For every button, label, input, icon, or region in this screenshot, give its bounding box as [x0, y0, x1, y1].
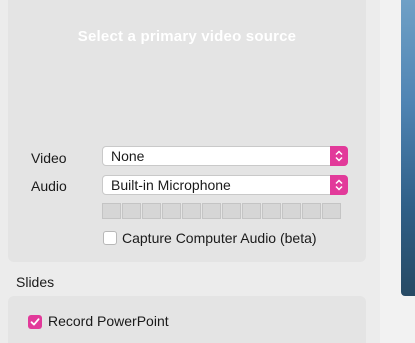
- audio-level-segment: [202, 203, 221, 219]
- audio-level-segment: [322, 203, 341, 219]
- capture-audio-checkbox[interactable]: [103, 231, 117, 245]
- audio-level-segment: [122, 203, 141, 219]
- slides-section-title: Slides: [16, 274, 55, 290]
- audio-level-segment: [262, 203, 281, 219]
- audio-level-segment: [242, 203, 261, 219]
- video-source-placeholder: Select a primary video source: [77, 28, 297, 45]
- audio-level-segment: [282, 203, 301, 219]
- video-label: Video: [31, 150, 67, 166]
- chevron-updown-icon: [330, 175, 348, 195]
- video-select-value: None: [111, 148, 145, 164]
- audio-label: Audio: [31, 178, 67, 194]
- audio-level-segment: [182, 203, 201, 219]
- chevron-updown-icon: [330, 146, 348, 166]
- record-powerpoint-label: Record PowerPoint: [48, 313, 169, 329]
- audio-level-segment: [222, 203, 241, 219]
- checkmark-icon: [30, 318, 40, 326]
- audio-select[interactable]: Built-in Microphone: [102, 175, 348, 195]
- audio-level-segment: [162, 203, 181, 219]
- audio-level-segment: [302, 203, 321, 219]
- audio-select-value: Built-in Microphone: [111, 177, 231, 193]
- preview-image: [401, 0, 415, 296]
- capture-audio-label: Capture Computer Audio (beta): [122, 230, 317, 246]
- audio-level-segment: [102, 203, 121, 219]
- audio-level-segment: [142, 203, 161, 219]
- record-powerpoint-checkbox[interactable]: [28, 315, 42, 329]
- video-source-panel: Select a primary video source: [8, 0, 366, 262]
- video-select[interactable]: None: [102, 146, 348, 166]
- audio-level-meter: [102, 203, 341, 219]
